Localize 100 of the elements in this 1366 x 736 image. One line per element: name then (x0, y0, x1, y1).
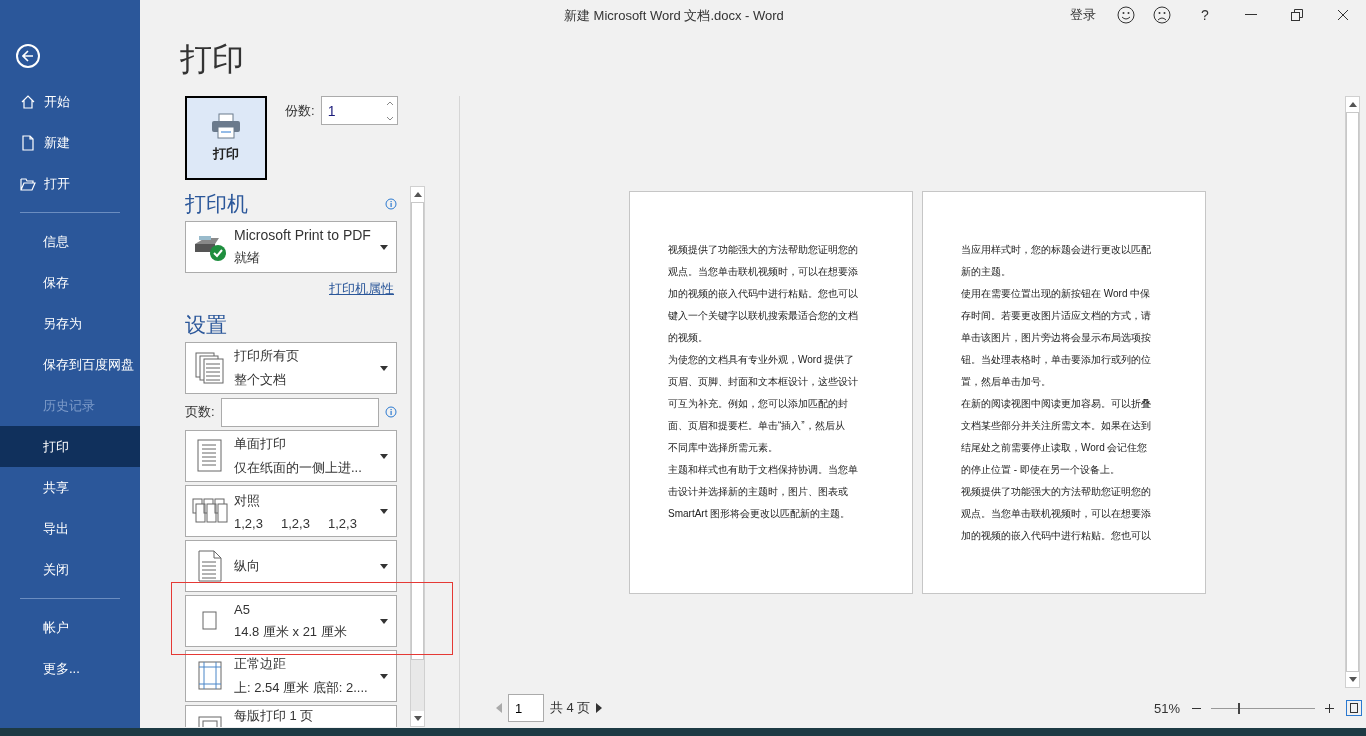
page-text-line: 当应用样式时，您的标题会进行更改以匹配 (961, 242, 1152, 257)
scroll-down-icon[interactable] (413, 716, 422, 721)
sidebar-item[interactable]: 打开 (0, 163, 140, 204)
collate-icon (192, 498, 228, 524)
page-text-line: 键入一个关键字以联机搜索最适合您的文档 (668, 308, 859, 323)
setting-dropdown[interactable]: 打印所有页 整个文档 (185, 342, 397, 394)
scrollbar[interactable] (410, 186, 425, 727)
printer-status: 就绪 (234, 249, 261, 267)
info-icon (385, 198, 397, 210)
page-text-line: 单击该图片，图片旁边将会显示布局选项按 (961, 330, 1152, 345)
setting-title: 每版打印 1 页 (234, 707, 314, 725)
page-count: 共 4 页 (550, 699, 591, 717)
section-heading: 打印机 (185, 191, 248, 217)
setting-detail: 上: 2.54 厘米 底部: 2.... (234, 679, 368, 697)
setting-detail: 1,2,3 1,2,3 1,2,3 (234, 515, 357, 531)
setting-dropdown[interactable]: A5 14.8 厘米 x 21 厘米 (185, 595, 397, 647)
next-page-icon[interactable] (596, 703, 603, 713)
setting-dropdown[interactable]: 单面打印 仅在纸面的一侧上进... (185, 430, 397, 482)
setting-detail: 14.8 厘米 x 21 厘米 (234, 622, 347, 641)
home-icon (20, 93, 36, 110)
window-title: 新建 Microsoft Word 文档.docx - Word (564, 7, 784, 25)
page-text-line: SmartArt 图形将会更改以匹配新的主题。 (668, 506, 852, 521)
scroll-up-icon[interactable] (1348, 102, 1357, 107)
page-text-line: 的停止位置 - 即使在另一个设备上。 (961, 462, 1121, 477)
page-text-line: 页眉、页脚、封面和文本框设计，这些设计 (668, 374, 859, 389)
caret-icon (380, 509, 388, 514)
setting-dropdown[interactable]: 纵向 (185, 540, 397, 592)
page-text-line: 的视频。 (668, 330, 709, 345)
spinner-arrows-icon[interactable] (385, 100, 394, 122)
sidebar-item[interactable]: 信息 (0, 221, 140, 262)
setting-title: 正常边距 (234, 655, 287, 673)
caret-icon (380, 366, 388, 371)
sidebar-item[interactable]: 另存为 (0, 303, 140, 344)
sidebar-item[interactable]: 关闭 (0, 549, 140, 590)
sign-in-link[interactable]: 登录 (1070, 6, 1096, 24)
page-text-line: 为使您的文档具有专业外观，Word 提供了 (668, 352, 856, 367)
page-text-line: 使用在需要位置出现的新按钮在 Word 中保 (961, 286, 1152, 301)
zoom-in-icon[interactable] (1325, 703, 1334, 713)
zoom-percent: 51% (1153, 700, 1180, 716)
sidebar-item[interactable]: 更多... (0, 648, 140, 689)
page-text-line: 在新的阅读视图中阅读更加容易。可以折叠 (961, 396, 1152, 411)
page-text-line: 击设计并选择新的主题时，图片、图表或 (668, 484, 849, 499)
setting-detail: 整个文档 (234, 371, 287, 389)
page-text-line: 观点。当您单击联机视频时，可以在想要添 (668, 264, 859, 279)
paper-icon (202, 611, 218, 631)
caret-icon (380, 454, 388, 459)
setting-dropdown[interactable]: 正常边距 上: 2.54 厘米 底部: 2.... (185, 650, 397, 702)
sidebar-item[interactable]: 新建 (0, 122, 140, 163)
page-text-line: 文档某些部分并关注所需文本。如果在达到 (961, 418, 1152, 433)
copies-field[interactable]: 1 (320, 96, 398, 125)
page-number-field[interactable]: 1 (508, 694, 544, 722)
caret-icon (380, 245, 388, 250)
setting-title: 单面打印 (234, 435, 287, 453)
page-icon (197, 439, 223, 473)
scroll-down-icon[interactable] (1348, 677, 1357, 682)
sidebar-item[interactable]: 共享 (0, 467, 140, 508)
printer-icon (211, 113, 241, 139)
printer-name: Microsoft Print to PDF (234, 227, 371, 243)
setting-title: 纵向 (234, 557, 260, 575)
caret-icon (380, 674, 388, 679)
info-icon (385, 406, 397, 418)
setting-detail: 仅在纸面的一侧上进... (234, 459, 362, 477)
page-heading: 打印 (180, 40, 244, 79)
portrait-page-icon (198, 550, 222, 582)
sidebar-item[interactable]: 保存 (0, 262, 140, 303)
page-text-line: 观点。当您单击联机视频时，可以在想要添 (961, 506, 1152, 521)
sidebar-item[interactable]: 开始 (0, 81, 140, 122)
scroll-up-icon[interactable] (413, 192, 422, 197)
copies-label: 份数: (285, 102, 315, 120)
slider-thumb[interactable] (1238, 702, 1241, 714)
page-text-line: 新的主题。 (961, 264, 1012, 279)
sidebar-item[interactable]: 保存到百度网盘 (0, 344, 140, 385)
page-text-line: 不同库中选择所需元素。 (668, 440, 779, 455)
page-text-line: 结尾处之前需要停止读取，Word 会记住您 (961, 440, 1149, 455)
print-button[interactable]: 打印 (185, 96, 267, 180)
page-text-line: 加的视频的嵌入代码中进行粘贴。您也可以 (668, 286, 859, 301)
page-text-line: 可互为补充。例如，您可以添加匹配的封 (668, 396, 849, 411)
setting-dropdown[interactable]: 对照 1,2,3 1,2,3 1,2,3 (185, 485, 397, 537)
setting-dropdown[interactable]: 每版打印 1 页 (185, 705, 397, 727)
sidebar-item[interactable]: 打印 (0, 426, 140, 467)
margins-icon (198, 661, 222, 691)
page-text-line: 主题和样式也有助于文档保持协调。当您单 (668, 462, 859, 477)
page-text-line: 钮。当处理表格时，单击要添加行或列的位 (961, 352, 1152, 367)
sidebar-item[interactable]: 帐户 (0, 607, 140, 648)
scrollbar[interactable] (1345, 96, 1360, 688)
back-icon[interactable] (16, 44, 40, 68)
sidebar-item[interactable]: 导出 (0, 508, 140, 549)
page-text-line: 视频提供了功能强大的方法帮助您证明您的 (668, 242, 859, 257)
folder-icon (20, 175, 36, 192)
pages-field[interactable] (220, 397, 380, 427)
fit-page-icon[interactable] (1346, 700, 1362, 716)
page-text-line: 视频提供了功能强大的方法帮助您证明您的 (961, 484, 1152, 499)
printer-properties-link[interactable]: 打印机属性 (329, 280, 394, 298)
page-text-line: 加的视频的嵌入代码中进行粘贴。您也可以 (961, 528, 1152, 543)
printer-dropdown[interactable]: Microsoft Print to PDF 就绪 (185, 221, 397, 273)
document-icon (20, 134, 36, 151)
caret-icon (380, 619, 388, 624)
page-text-line: 存时间。若要更改图片适应文档的方式，请 (961, 308, 1152, 323)
help-button[interactable]: ? (1182, 0, 1228, 30)
page-text-line: 面、页眉和提要栏。单击“插入”，然后从 (668, 418, 846, 433)
